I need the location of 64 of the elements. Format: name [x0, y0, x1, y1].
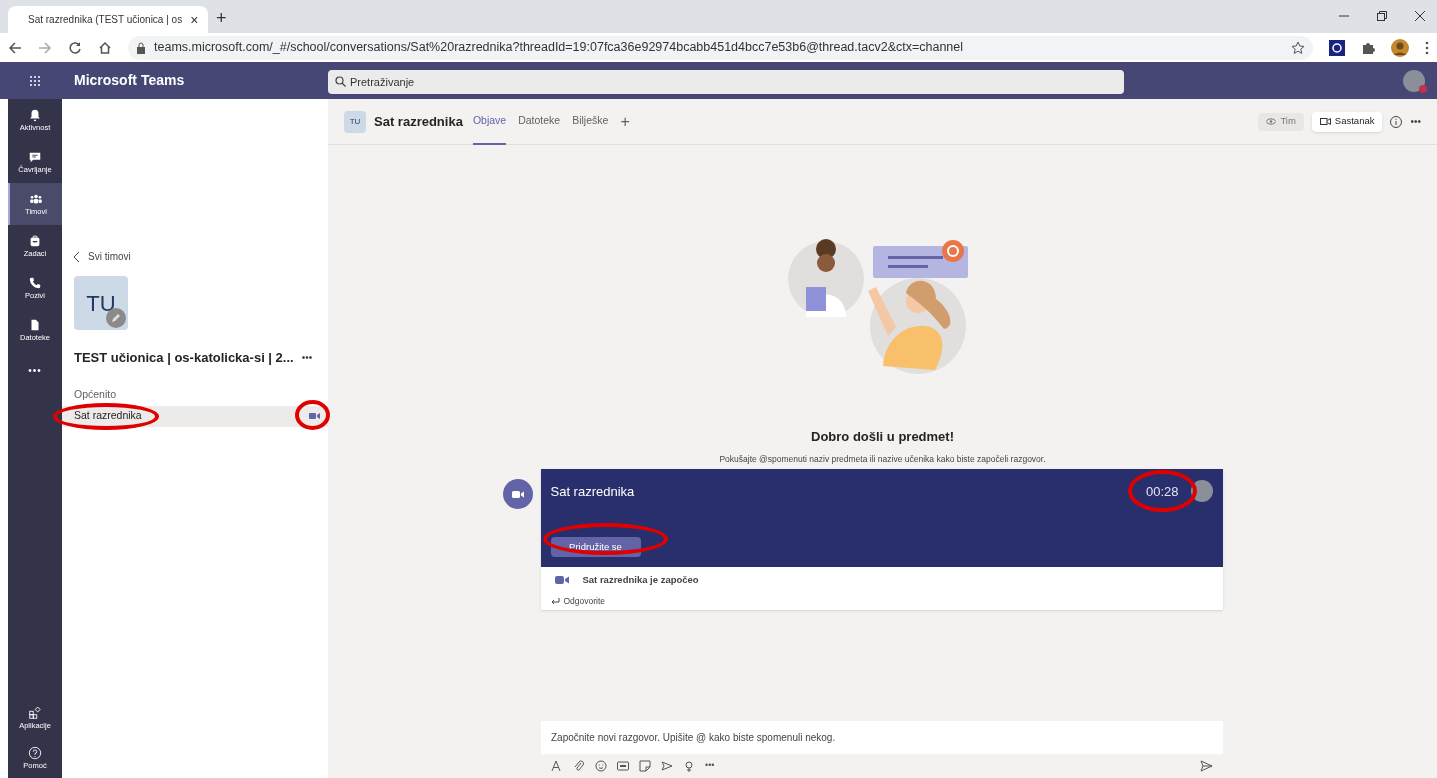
channel-item[interactable]: Sat razrednika — [62, 405, 328, 427]
search-icon — [335, 75, 346, 87]
restore-icon[interactable] — [1377, 11, 1387, 21]
team-avatar: TU — [74, 276, 128, 330]
extension-logo-icon[interactable] — [1329, 39, 1345, 56]
new-tab-button[interactable]: + — [216, 5, 227, 32]
team-name: TEST učionica | os-katolicka-si | 2... — [74, 349, 294, 367]
video-camera-icon — [554, 574, 569, 585]
eye-icon — [1266, 118, 1277, 125]
star-icon[interactable] — [1291, 40, 1305, 55]
browser-tab[interactable]: Sat razrednika (TEST učionica | os × — [8, 6, 208, 33]
search-field[interactable]: Pretraživanje — [328, 69, 1124, 94]
more-options-button[interactable]: ••• — [705, 759, 715, 773]
meeting-status: Sat razrednika je započeo — [582, 572, 699, 587]
back-icon[interactable] — [8, 40, 22, 55]
channel-item[interactable]: Općenito — [62, 384, 328, 406]
meeting-timer: 00:28 — [1145, 484, 1179, 500]
format-icon[interactable] — [551, 760, 563, 772]
meeting-button[interactable]: Sastanak — [1311, 111, 1383, 132]
channel-tab[interactable]: Bilješke — [572, 98, 609, 145]
bell-icon — [28, 108, 42, 123]
info-icon[interactable] — [1390, 115, 1403, 128]
add-tab-button[interactable]: + — [620, 109, 630, 134]
channel-tab[interactable]: Datoteke — [518, 98, 561, 145]
annotation-ellipse — [295, 400, 330, 430]
apps-icon — [28, 706, 42, 721]
profile-avatar-icon[interactable] — [1391, 38, 1409, 57]
welcome-title: Dobro došli u predmet! — [811, 428, 954, 446]
welcome-subtitle: Pokušajte @spomenuti naziv predmeta ili nazive učenika kako biste započeli razgovor. — [719, 452, 1046, 466]
more-options-button[interactable]: ••• — [1410, 114, 1421, 129]
user-avatar[interactable] — [1403, 69, 1425, 92]
more-options-button[interactable]: ••• — [301, 350, 313, 366]
emoji-icon[interactable] — [595, 760, 607, 772]
chevron-left-icon — [74, 251, 80, 262]
back-link[interactable]: Svi timovi — [74, 249, 328, 264]
sticker-icon[interactable] — [639, 760, 651, 772]
help-icon — [28, 746, 42, 761]
compose-field[interactable]: Započnite novi razgovor. Upišite @ kako biste spomenuli nekog. — [541, 721, 1223, 754]
app-name: Microsoft Teams — [73, 71, 186, 90]
more-apps-button[interactable]: ••• — [8, 363, 62, 378]
attach-icon[interactable] — [573, 760, 585, 772]
home-icon[interactable] — [98, 40, 112, 55]
close-icon[interactable] — [1415, 11, 1425, 21]
close-tab-button[interactable]: × — [190, 12, 199, 27]
tab-title: Sat razrednika (TEST učionica | os — [28, 13, 183, 27]
menu-icon[interactable] — [1425, 40, 1429, 55]
phone-icon — [28, 276, 42, 291]
channel-title: Sat razrednika — [374, 112, 463, 131]
video-camera-icon — [1319, 117, 1331, 126]
video-camera-icon — [309, 412, 320, 420]
team-button[interactable]: Tim — [1258, 112, 1304, 131]
puzzle-icon[interactable] — [1361, 40, 1375, 55]
channel-avatar: TU — [344, 110, 366, 133]
send-icon[interactable] — [1200, 760, 1213, 772]
channel-tab[interactable]: Objave — [472, 98, 507, 145]
reply-link[interactable]: Odgovorite — [540, 592, 1223, 611]
meeting-title: Sat razrednika — [550, 482, 636, 501]
reload-icon[interactable] — [68, 40, 82, 55]
reply-arrow-icon — [550, 597, 560, 605]
bag-icon — [28, 234, 42, 249]
lock-icon — [136, 41, 146, 54]
video-camera-icon — [511, 489, 524, 499]
gif-icon[interactable] — [617, 760, 629, 772]
app-launcher-icon[interactable] — [29, 74, 41, 87]
